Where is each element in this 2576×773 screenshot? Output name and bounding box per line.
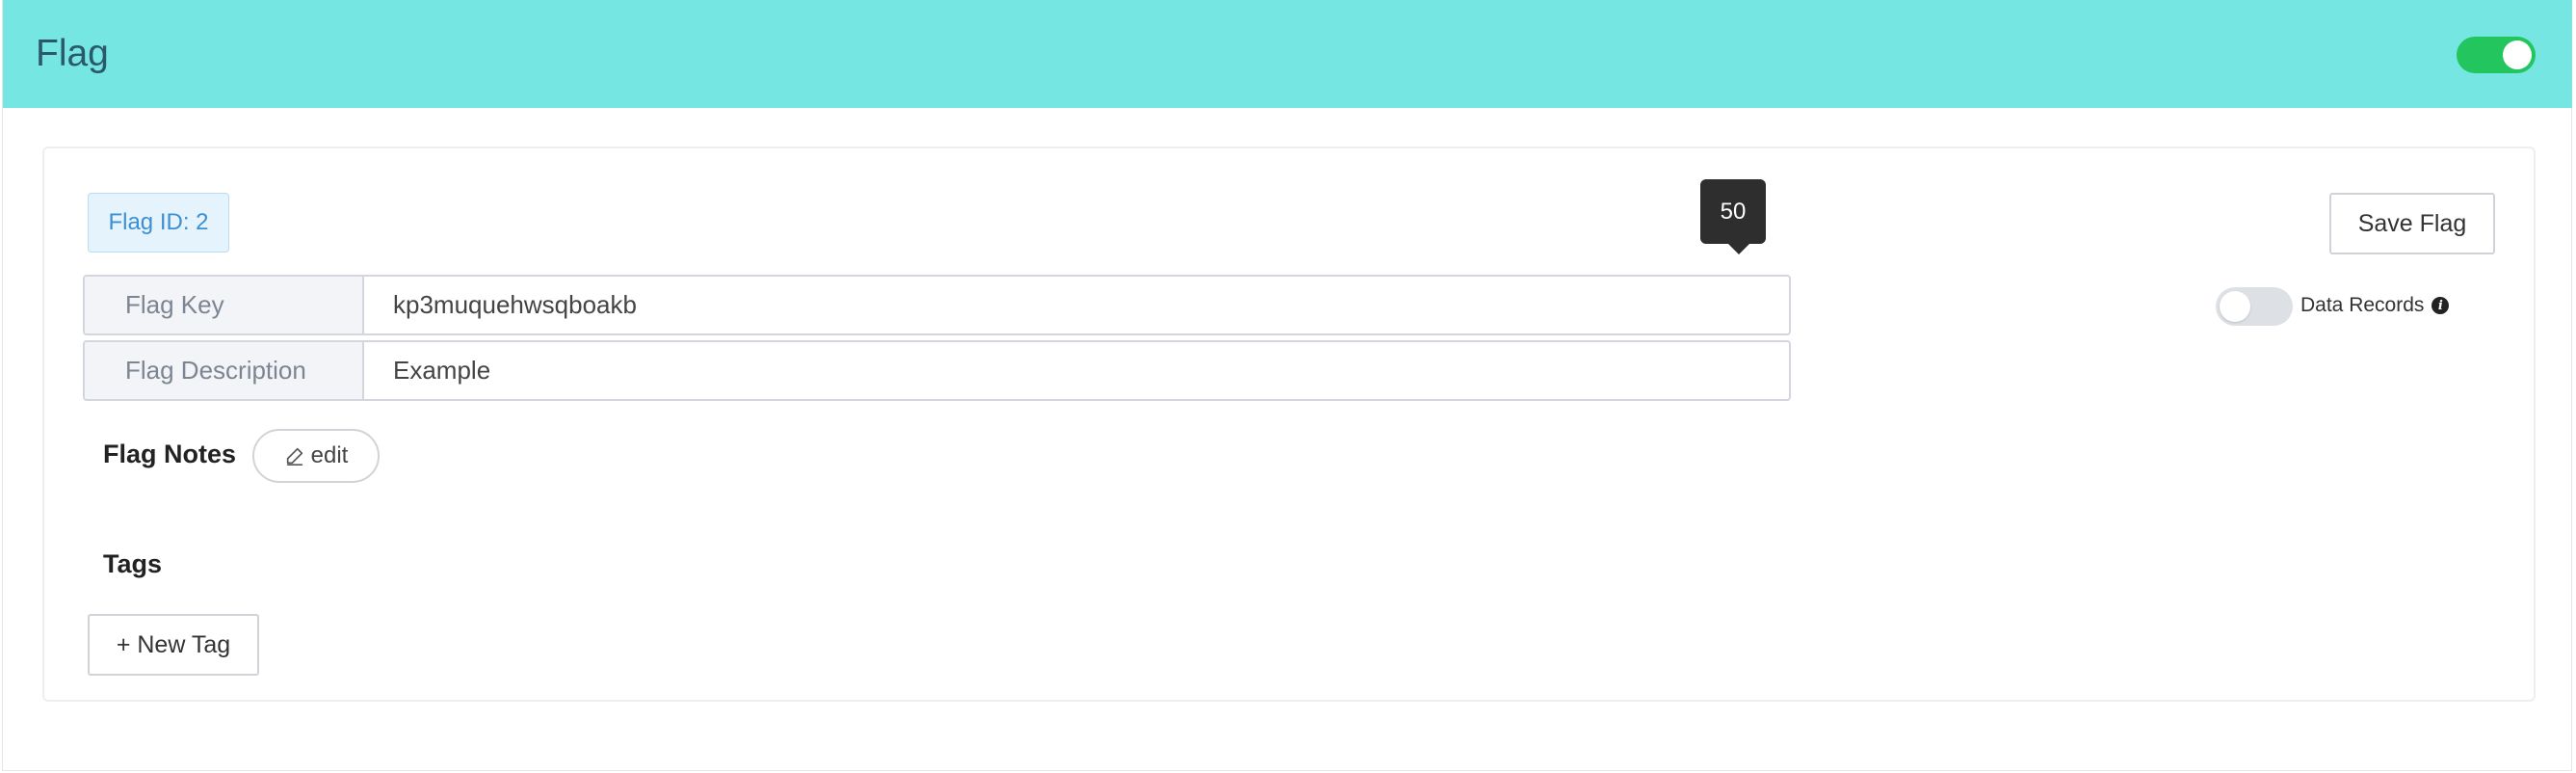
edit-notes-button[interactable]: edit — [252, 429, 380, 483]
flag-description-group: Flag Description Example — [83, 340, 1791, 401]
data-records-text: Data Records — [2300, 294, 2425, 316]
flag-key-group: Flag Key kp3muquehwsqboakb — [83, 275, 1791, 335]
tooltip-arrow — [1727, 243, 1750, 254]
toggle-knob — [2220, 291, 2250, 322]
flag-key-label: Flag Key — [85, 277, 364, 333]
flag-description-input[interactable]: Example — [364, 342, 1789, 399]
flag-notes-title: Flag Notes — [103, 440, 237, 468]
data-records-toggle[interactable] — [2216, 287, 2293, 326]
info-icon[interactable]: i — [2431, 297, 2450, 314]
tags-title: Tags — [103, 549, 163, 578]
flag-key-input[interactable]: kp3muquehwsqboakb — [364, 277, 1789, 333]
page-title: Flag — [36, 33, 109, 74]
flag-enabled-toggle[interactable] — [2457, 37, 2536, 73]
edit-label: edit — [310, 442, 349, 468]
flag-description-label: Flag Description — [85, 342, 364, 399]
data-records-label: Data Records i — [2300, 294, 2450, 317]
flag-card — [42, 147, 2536, 702]
toggle-knob — [2503, 40, 2532, 69]
pencil-icon — [286, 447, 302, 466]
flag-id-badge: Flag ID: 2 — [88, 193, 229, 253]
save-flag-button[interactable]: Save Flag — [2329, 193, 2495, 254]
flag-header: Flag — [3, 0, 2572, 108]
rollout-tooltip: 50 — [1700, 179, 1766, 244]
new-tag-button[interactable]: + New Tag — [88, 614, 259, 676]
